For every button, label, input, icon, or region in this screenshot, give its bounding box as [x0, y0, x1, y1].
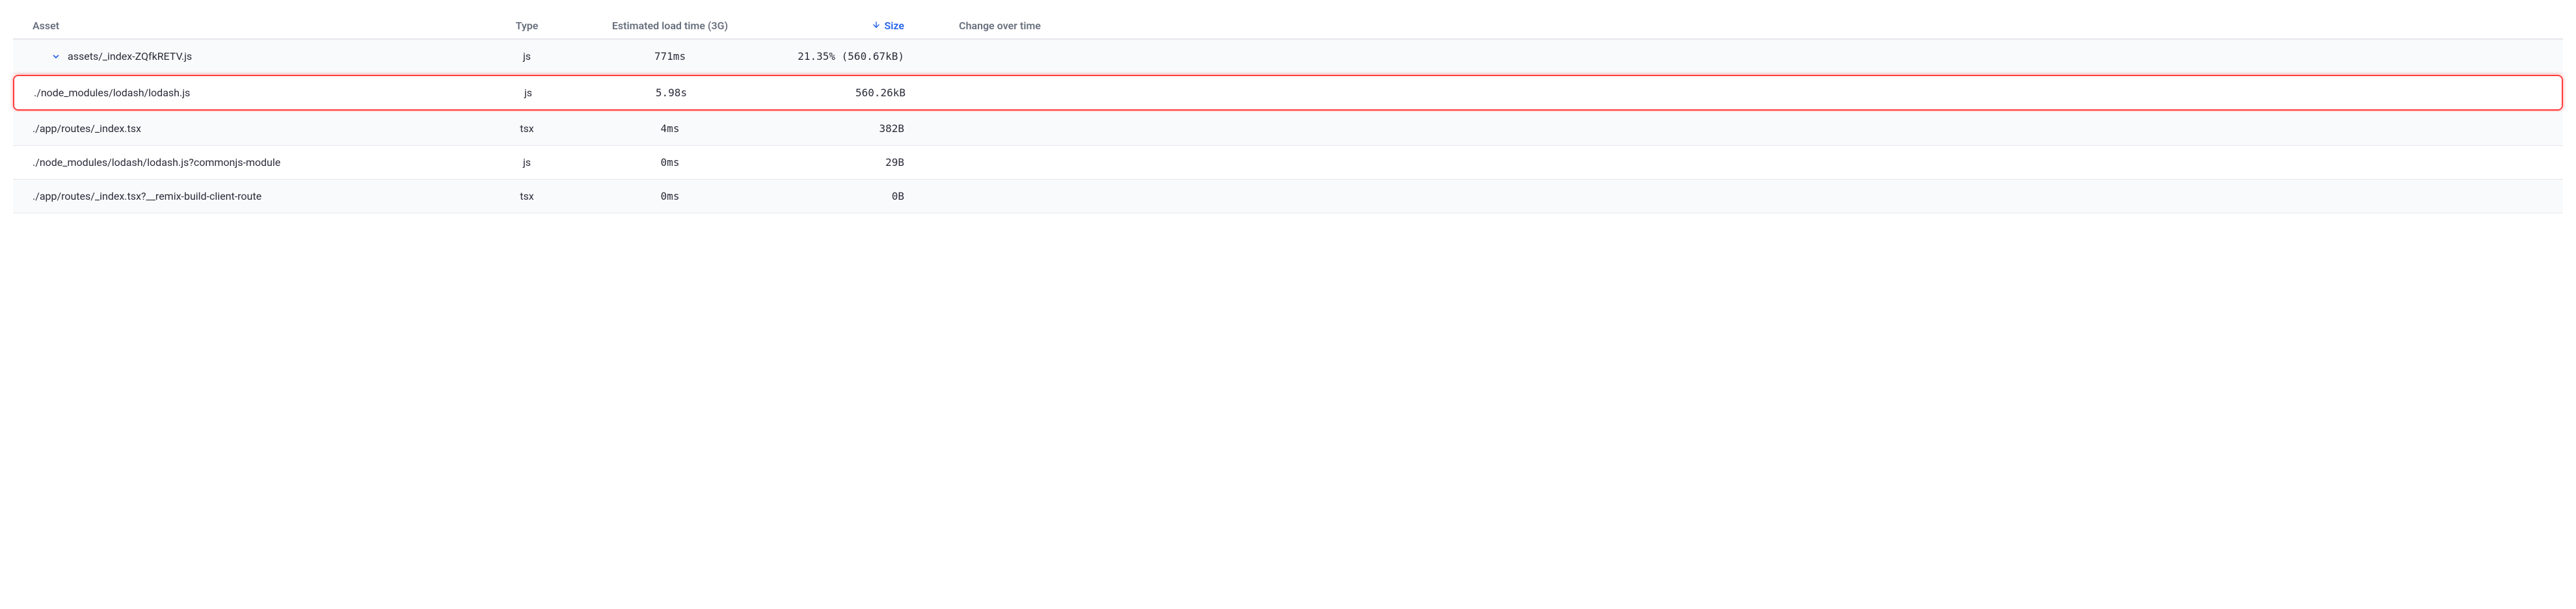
asset-name: ./app/routes/_index.tsx — [33, 122, 141, 135]
size-cell: 0B — [774, 190, 904, 202]
type-cell: tsx — [488, 122, 566, 135]
asset-cell: ./app/routes/_index.tsx — [33, 122, 488, 135]
chevron-down-icon[interactable] — [51, 51, 61, 62]
asset-name: ./node_modules/lodash/lodash.js — [34, 87, 190, 99]
header-type[interactable]: Type — [488, 20, 566, 32]
bundle-asset-table: Asset Type Estimated load time (3G) Size… — [13, 13, 2563, 213]
load-time-cell: 771ms — [566, 50, 774, 62]
asset-cell: ./node_modules/lodash/lodash.js — [34, 87, 489, 99]
header-change[interactable]: Change over time — [904, 20, 1041, 32]
asset-cell: assets/_index-ZQfkRETV.js — [33, 50, 488, 62]
asset-name: assets/_index-ZQfkRETV.js — [68, 50, 192, 62]
size-cell: 560.26kB — [775, 87, 906, 99]
size-cell: 382B — [774, 122, 904, 135]
asset-cell: ./app/routes/_index.tsx?__remix-build-cl… — [33, 190, 488, 202]
header-size[interactable]: Size — [774, 20, 904, 32]
type-cell: js — [488, 156, 566, 169]
type-cell: js — [488, 50, 566, 62]
load-time-cell: 5.98s — [567, 87, 775, 99]
load-time-cell: 0ms — [566, 156, 774, 169]
table-row[interactable]: assets/_index-ZQfkRETV.js js 771ms 21.35… — [13, 40, 2563, 74]
asset-name: ./app/routes/_index.tsx?__remix-build-cl… — [33, 190, 262, 202]
asset-name: ./node_modules/lodash/lodash.js?commonjs… — [33, 156, 280, 169]
table-header-row: Asset Type Estimated load time (3G) Size… — [13, 13, 2563, 40]
size-cell: 21.35% (560.67kB) — [774, 50, 904, 62]
load-time-cell: 0ms — [566, 190, 774, 202]
header-load-time[interactable]: Estimated load time (3G) — [566, 20, 774, 32]
type-cell: js — [489, 87, 567, 99]
type-cell: tsx — [488, 190, 566, 202]
table-row[interactable]: ./node_modules/lodash/lodash.js?commonjs… — [13, 146, 2563, 180]
table-row[interactable]: ./node_modules/lodash/lodash.js js 5.98s… — [13, 75, 2563, 111]
size-cell: 29B — [774, 156, 904, 169]
load-time-cell: 4ms — [566, 122, 774, 135]
header-asset[interactable]: Asset — [33, 20, 488, 32]
asset-cell: ./node_modules/lodash/lodash.js?commonjs… — [33, 156, 488, 169]
header-size-label: Size — [885, 20, 905, 32]
table-row[interactable]: ./app/routes/_index.tsx?__remix-build-cl… — [13, 180, 2563, 213]
sort-arrow-down-icon — [872, 20, 881, 32]
table-row[interactable]: ./app/routes/_index.tsx tsx 4ms 382B — [13, 112, 2563, 146]
